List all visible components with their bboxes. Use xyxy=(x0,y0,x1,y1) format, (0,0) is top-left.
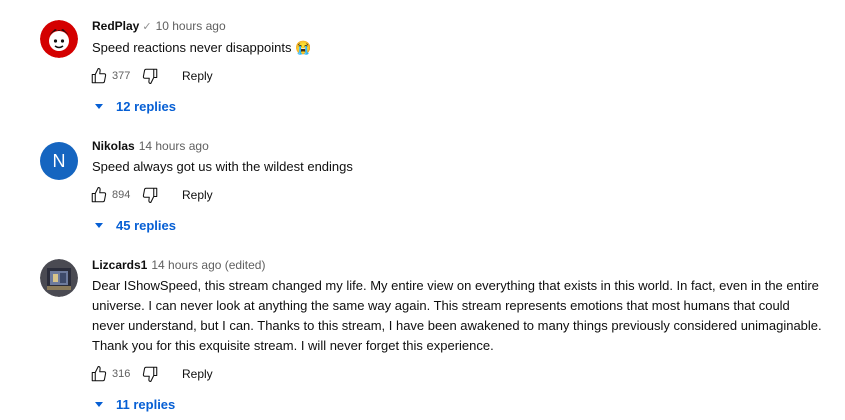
author-name[interactable]: RedPlay xyxy=(92,19,139,33)
comment-text: Speed reactions never disappoints 😭 xyxy=(92,40,312,55)
comment-header: RedPlay ✓ 10 hours ago xyxy=(92,18,824,35)
dislike-button[interactable] xyxy=(140,185,160,205)
reply-button[interactable]: Reply xyxy=(182,188,213,202)
like-count: 894 xyxy=(112,189,131,201)
timestamp[interactable]: 10 hours ago xyxy=(156,19,226,33)
thumbs-down-icon xyxy=(142,187,158,204)
view-replies-button[interactable]: 45 replies xyxy=(92,215,824,235)
replies-label: 11 replies xyxy=(116,396,176,412)
caret-down-icon xyxy=(95,222,103,228)
like-button[interactable] xyxy=(89,66,109,86)
timestamp[interactable]: 14 hours ago xyxy=(139,139,209,153)
dislike-button[interactable] xyxy=(140,66,160,86)
thumbs-down-icon xyxy=(142,366,158,383)
thumbs-up-icon xyxy=(91,186,107,203)
caret-down-icon xyxy=(95,401,103,407)
thumbs-up-icon xyxy=(91,365,107,382)
comment-text: Speed always got us with the wildest end… xyxy=(92,159,353,174)
dislike-button[interactable] xyxy=(140,364,160,384)
comment-header: Nikolas 14 hours ago xyxy=(92,138,824,154)
comment-actions: 316 Reply xyxy=(89,362,824,386)
comment-header: Lizcards1 14 hours ago (edited) xyxy=(92,257,824,273)
reply-button[interactable]: Reply xyxy=(182,69,213,83)
verified-icon: ✓ xyxy=(142,21,152,33)
avatar[interactable] xyxy=(40,20,78,58)
replies-label: 12 replies xyxy=(116,98,176,114)
author-name[interactable]: Nikolas xyxy=(92,139,135,153)
author-name[interactable]: Lizcards1 xyxy=(92,258,147,272)
like-count: 316 xyxy=(112,368,131,380)
like-count: 377 xyxy=(112,70,131,82)
like-button[interactable] xyxy=(89,185,109,205)
timestamp[interactable]: 14 hours ago (edited) xyxy=(151,258,265,272)
avatar-letter: N xyxy=(52,150,66,171)
like-button[interactable] xyxy=(89,364,109,384)
caret-down-icon xyxy=(95,103,103,109)
thumbs-down-icon xyxy=(142,68,158,85)
comment-text: Dear IShowSpeed, this stream changed my … xyxy=(92,278,822,353)
reply-button[interactable]: Reply xyxy=(182,367,213,381)
avatar[interactable] xyxy=(40,259,78,297)
thumbs-up-icon xyxy=(91,67,107,84)
view-replies-button[interactable]: 12 replies xyxy=(92,96,824,116)
view-replies-button[interactable]: 11 replies xyxy=(92,394,824,414)
replies-label: 45 replies xyxy=(116,217,176,233)
comment-actions: 377 Reply xyxy=(89,64,824,88)
avatar[interactable]: N xyxy=(40,142,78,180)
comment-actions: 894 Reply xyxy=(89,183,824,207)
